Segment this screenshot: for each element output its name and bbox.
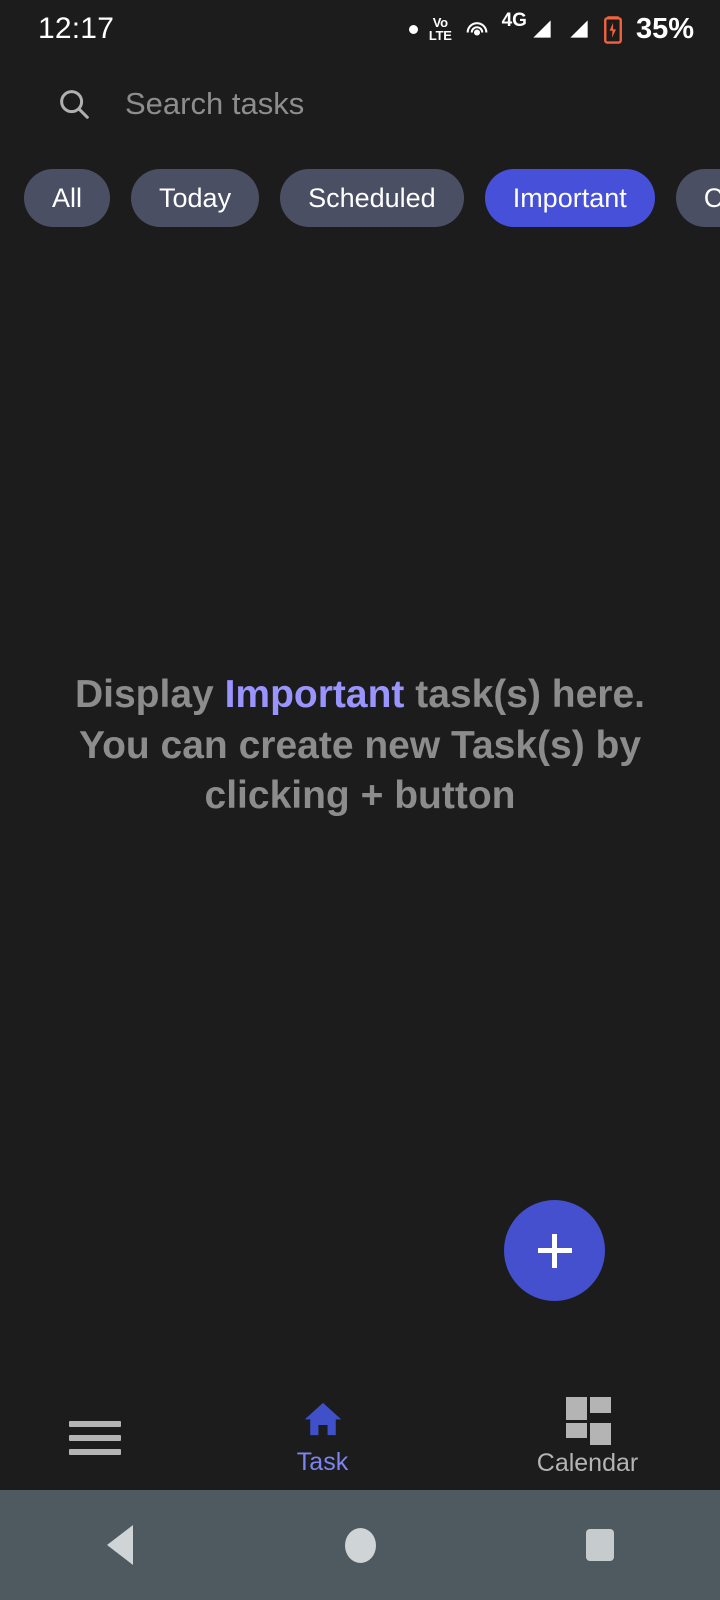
add-task-fab[interactable]	[504, 1200, 605, 1301]
filter-chip-important[interactable]: Important	[484, 169, 655, 227]
filter-chip-all[interactable]: All	[24, 169, 111, 227]
search-icon	[60, 90, 89, 119]
filter-chip-today[interactable]: Today	[131, 169, 260, 227]
grid-dashboard-icon	[565, 1397, 611, 1445]
nav-item-calendar[interactable]: Calendar	[455, 1397, 720, 1478]
hamburger-menu-icon[interactable]	[69, 1420, 121, 1455]
system-recents-button[interactable]	[520, 1490, 680, 1600]
status-bar-clock: 12:17	[38, 12, 115, 45]
recents-icon	[586, 1529, 614, 1561]
empty-state-line1-before: Display	[74, 673, 225, 716]
status-bar: 12:17 Vo LTE 4G 35%	[0, 0, 720, 58]
filter-chip-scheduled[interactable]: Scheduled	[280, 169, 464, 227]
signal-bars-icon	[570, 20, 588, 38]
system-back-button[interactable]	[40, 1490, 200, 1600]
home-circle-icon	[344, 1527, 376, 1563]
filter-chip-row[interactable]: All Today Scheduled Important Completed	[0, 166, 720, 230]
empty-state-highlight: Important	[224, 673, 405, 716]
system-navigation-bar	[0, 1490, 720, 1600]
empty-state-line1-after: task(s) here.	[404, 673, 645, 716]
network-type-label: 4G	[501, 10, 527, 31]
back-icon	[107, 1525, 133, 1565]
volte-icon: Vo LTE	[428, 15, 452, 43]
empty-state-line2: You can create new Task(s) by	[78, 723, 642, 767]
filter-chip-completed[interactable]: Completed	[675, 169, 720, 227]
battery-charging-icon	[604, 16, 622, 44]
empty-state-message: Display Important task(s) here. You can …	[0, 670, 720, 822]
empty-state-line3: clicking + button	[204, 774, 516, 818]
search-input[interactable]	[125, 86, 645, 122]
nav-item-calendar-label: Calendar	[536, 1449, 639, 1477]
battery-percent-label: 35%	[635, 12, 694, 45]
system-home-button[interactable]	[280, 1490, 440, 1600]
dot-icon	[408, 24, 418, 34]
search-bar[interactable]	[0, 58, 720, 150]
status-bar-icons: Vo LTE 4G 35%	[408, 10, 694, 46]
bottom-navigation: Task Calendar	[0, 1385, 720, 1490]
nav-item-task[interactable]: Task	[190, 1398, 455, 1477]
signal-4g-icon	[533, 20, 551, 38]
plus-icon-vertical	[552, 1233, 557, 1268]
phone-screen: 12:17 Vo LTE 4G 35% Search tasks All Tod…	[0, 0, 720, 1600]
nav-item-menu[interactable]	[0, 1420, 190, 1455]
home-icon	[304, 1402, 341, 1436]
nav-item-task-label: Task	[296, 1448, 349, 1476]
hotspot-icon	[466, 22, 487, 36]
